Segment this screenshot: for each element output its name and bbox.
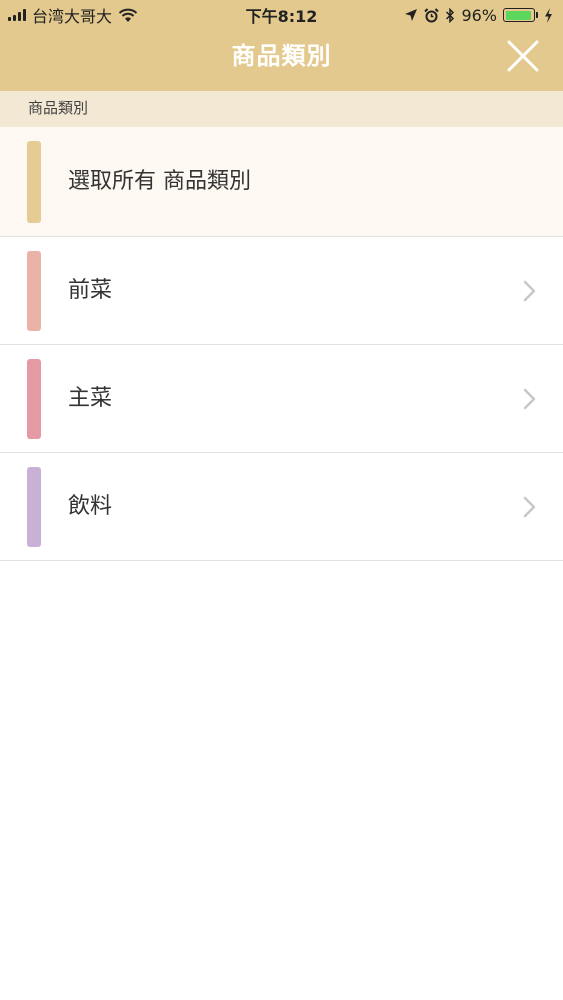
chevron-right-icon — [523, 388, 536, 410]
status-right: 96% — [404, 6, 553, 25]
category-label: 前菜 — [68, 278, 113, 303]
category-row-all[interactable]: 選取所有 商品類別 — [0, 127, 563, 237]
battery-icon — [503, 8, 538, 22]
category-color-swatch — [27, 467, 41, 547]
category-label: 選取所有 商品類別 — [68, 169, 251, 194]
chevron-right-icon — [523, 280, 536, 302]
alarm-icon — [424, 7, 440, 22]
bluetooth-icon — [446, 7, 455, 23]
close-button[interactable] — [503, 36, 543, 76]
category-color-swatch — [27, 141, 41, 223]
status-left: 台湾大哥大 — [8, 3, 138, 27]
category-color-swatch — [27, 251, 41, 331]
page-title: 商品類別 — [231, 42, 332, 70]
charging-icon — [545, 7, 552, 23]
category-label: 飲料 — [68, 494, 113, 519]
carrier-name: 台湾大哥大 — [32, 7, 113, 26]
category-label: 主菜 — [68, 386, 113, 411]
close-icon — [507, 40, 539, 72]
chevron-right-icon — [523, 496, 536, 518]
category-list: 選取所有 商品類別 前菜 主菜 飲料 — [0, 127, 563, 561]
wifi-icon — [118, 8, 138, 22]
nav-bar: 商品類別 — [0, 30, 563, 91]
signal-icon — [8, 9, 26, 21]
status-bar: 台湾大哥大 下午8:12 96% — [0, 0, 563, 30]
category-row-drinks[interactable]: 飲料 — [0, 453, 563, 561]
battery-fill — [505, 10, 532, 20]
section-header: 商品類別 — [0, 91, 563, 127]
category-row-appetizer[interactable]: 前菜 — [0, 237, 563, 345]
category-color-swatch — [27, 359, 41, 439]
battery-percent: 96% — [461, 5, 497, 25]
category-row-main-course[interactable]: 主菜 — [0, 345, 563, 453]
location-icon — [405, 9, 418, 21]
